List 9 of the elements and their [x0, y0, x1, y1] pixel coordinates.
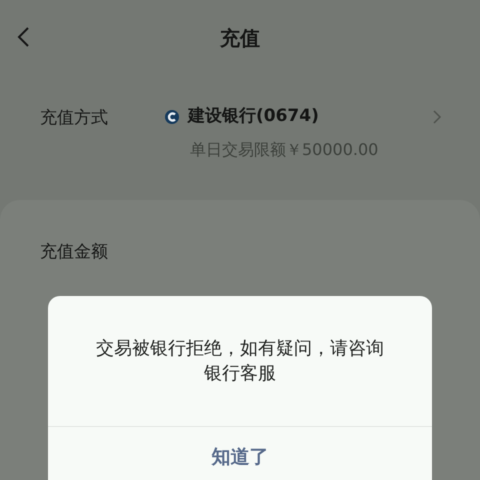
dialog-message: 交易被银行拒绝，如有疑问，请咨询银行客服: [95, 337, 385, 386]
back-icon[interactable]: [16, 26, 30, 48]
amount-label: 充值金额: [40, 242, 108, 262]
payment-method-label: 充值方式: [40, 107, 109, 130]
page-title: 充值: [220, 25, 260, 52]
bank-logo-icon: [164, 108, 180, 125]
bank-name[interactable]: 建设银行(0674): [188, 104, 319, 130]
confirm-button[interactable]: 知道了: [212, 443, 268, 472]
daily-limit-text: 单日交易限额￥50000.00: [190, 138, 380, 160]
